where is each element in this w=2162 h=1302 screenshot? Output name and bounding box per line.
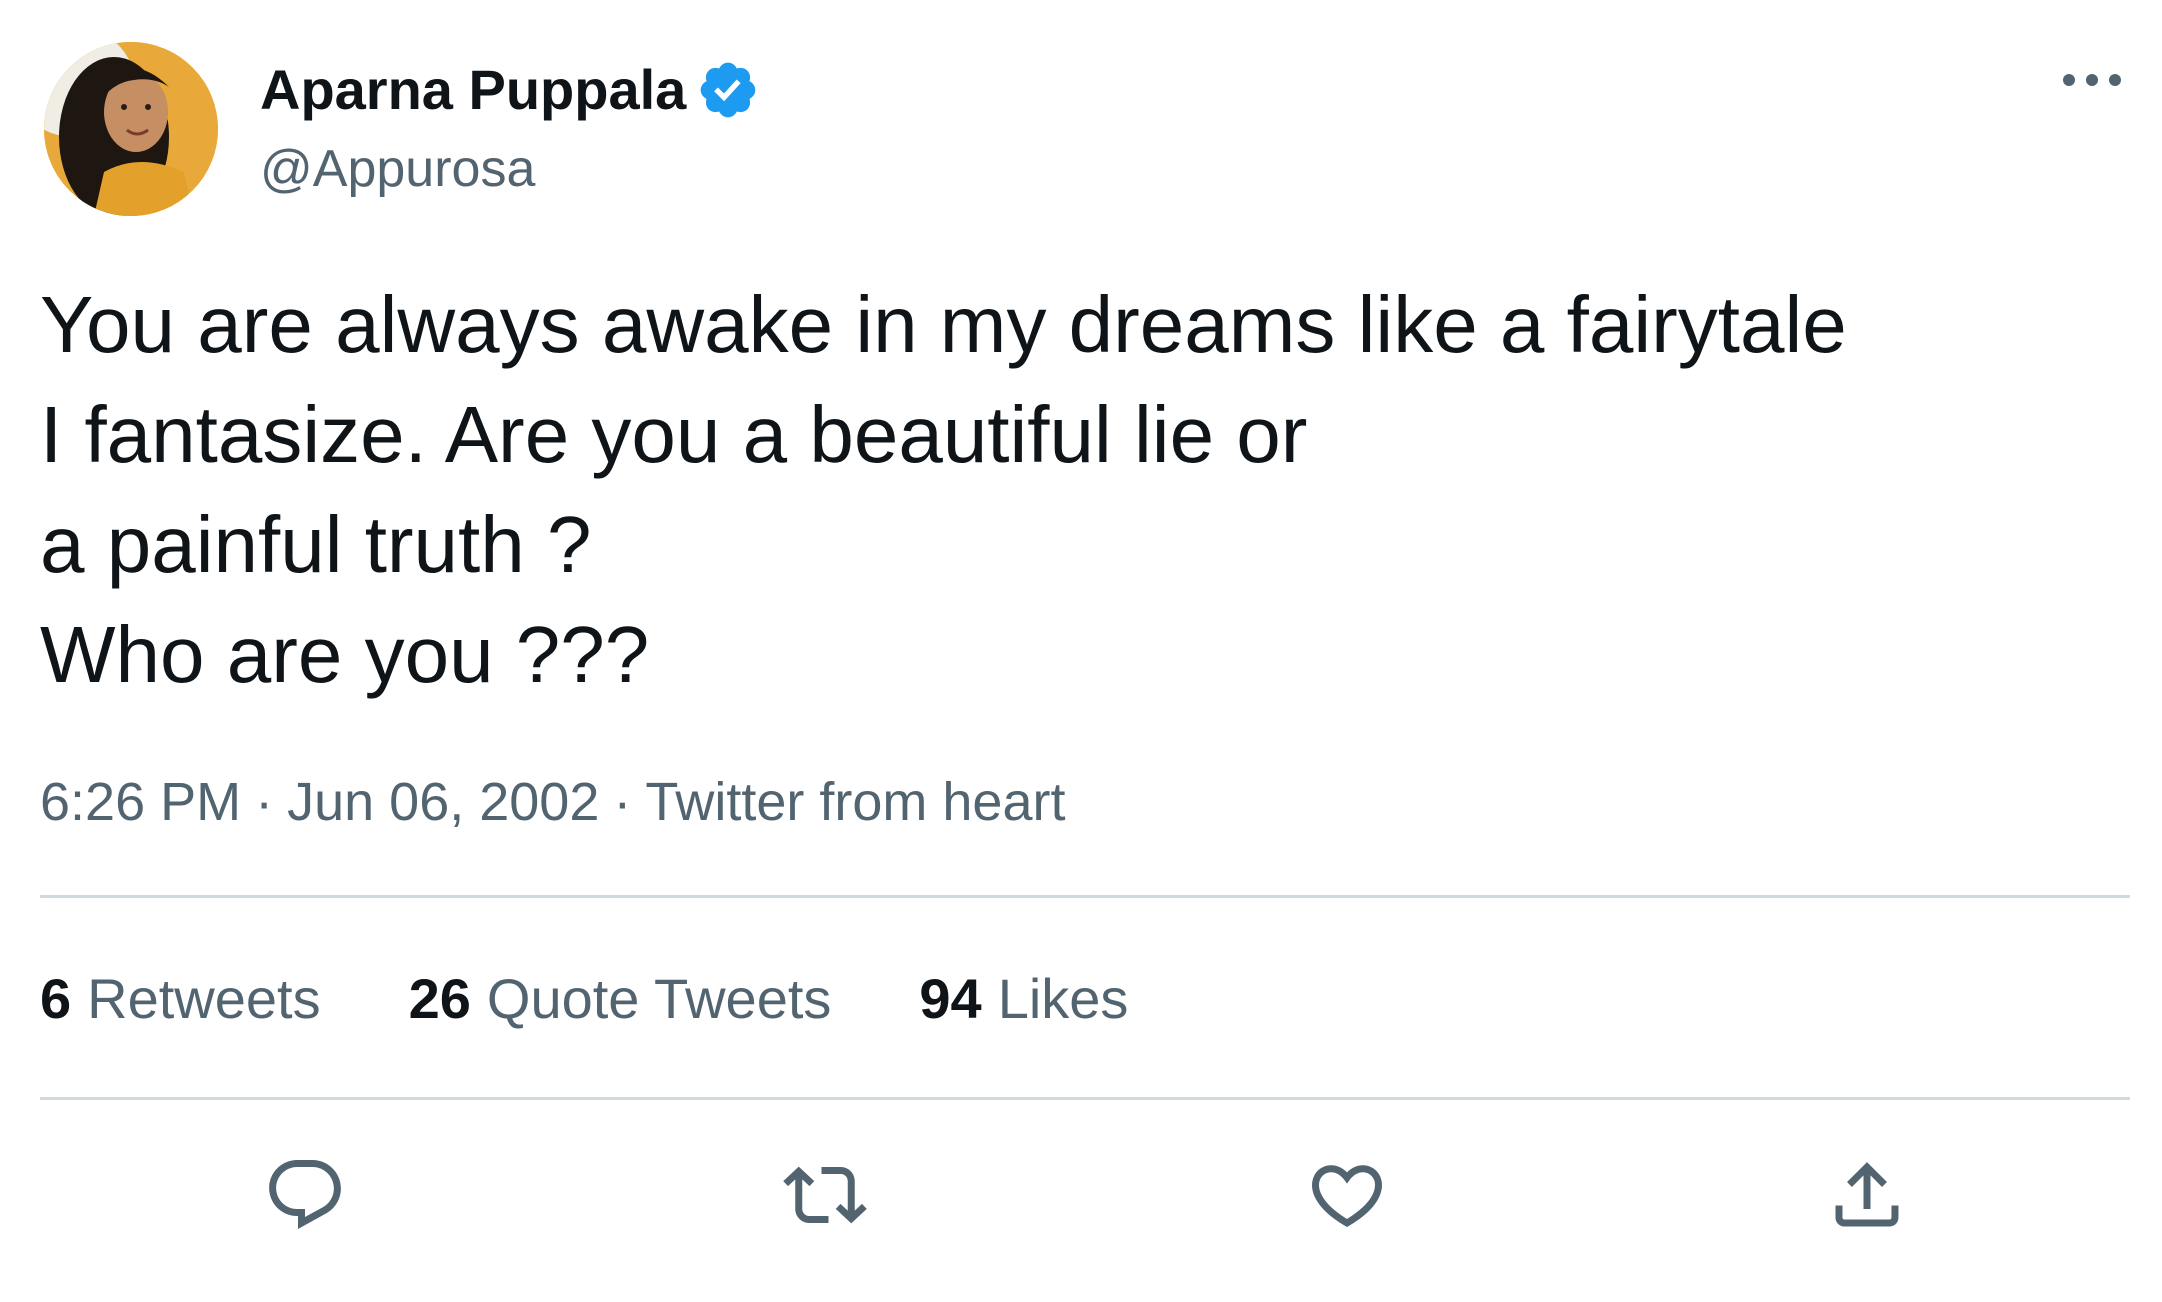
meta-separator: · [613, 772, 632, 832]
tweet-time[interactable]: 6:26 PM [40, 772, 241, 832]
tweet-date[interactable]: Jun 06, 2002 [287, 772, 599, 832]
like-button[interactable] [1302, 1150, 1392, 1240]
retweets-stat[interactable]: 6 Retweets [40, 966, 321, 1031]
retweets-count: 6 [40, 966, 72, 1030]
share-icon [1835, 1162, 1899, 1227]
quote-tweets-label: Quote Tweets [486, 966, 832, 1030]
retweets-label: Retweets [87, 966, 321, 1030]
tweet-metadata: 6:26 PM · Jun 06, 2002 · Twitter from heart [40, 766, 1065, 838]
author-display-name[interactable]: Aparna Puppala [260, 52, 686, 128]
meta-separator: · [255, 772, 274, 832]
reply-button[interactable] [260, 1150, 350, 1240]
reply-icon [269, 1160, 341, 1229]
tweet-text-line: a painful truth ? [40, 500, 592, 589]
verified-badge-icon [696, 58, 760, 122]
quote-tweets-stat[interactable]: 26 Quote Tweets [409, 966, 832, 1031]
more-icon [2063, 74, 2121, 86]
heart-icon [1311, 1165, 1383, 1228]
author-name-row[interactable]: Aparna Puppala [260, 52, 760, 128]
tweet-text: You are always awake in my dreams like a… [40, 270, 2100, 710]
divider [40, 1097, 2130, 1100]
retweet-icon [783, 1166, 867, 1224]
tweet-card: Aparna Puppala @Appurosa You are always … [0, 0, 2162, 1302]
author-handle[interactable]: @Appurosa [260, 134, 535, 204]
more-options-button[interactable] [2052, 56, 2132, 104]
quote-tweets-count: 26 [408, 966, 471, 1030]
avatar[interactable] [44, 42, 218, 216]
divider [40, 895, 2130, 898]
likes-count: 94 [919, 966, 982, 1030]
tweet-text-line: I fantasize. Are you a beautiful lie or [40, 390, 1308, 479]
likes-stat[interactable]: 94 Likes [919, 966, 1128, 1031]
tweet-text-line: Who are you ??? [40, 610, 650, 699]
engagement-stats: 6 Retweets 26 Quote Tweets 94 Likes [40, 962, 1216, 1034]
retweet-button[interactable] [780, 1150, 870, 1240]
share-button[interactable] [1822, 1150, 1912, 1240]
tweet-source[interactable]: Twitter from heart [645, 772, 1065, 832]
likes-label: Likes [997, 966, 1129, 1030]
tweet-text-line: You are always awake in my dreams like a… [40, 280, 1847, 369]
tweet-actions-bar [0, 1140, 2162, 1250]
avatar-image [44, 42, 218, 216]
